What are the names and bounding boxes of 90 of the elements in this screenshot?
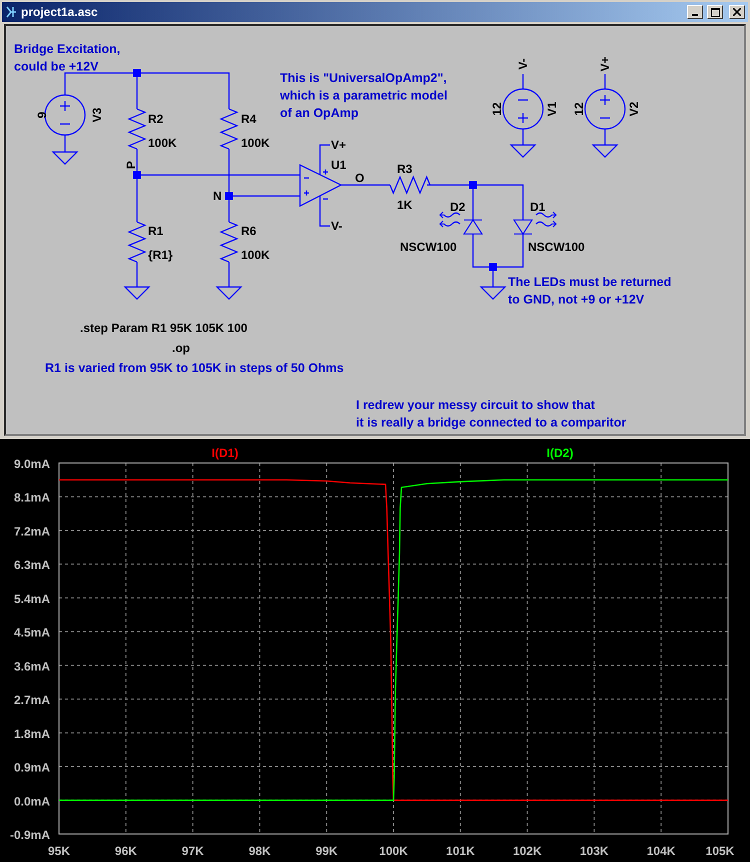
maximize-icon	[710, 8, 720, 16]
component-label: V1	[545, 102, 559, 116]
x-tick-label: 102K	[512, 844, 542, 858]
resistor-symbol	[127, 221, 147, 263]
close-icon	[733, 8, 741, 16]
maximize-button[interactable]	[707, 5, 723, 19]
wire	[522, 129, 524, 145]
wire	[341, 184, 390, 186]
spice-directive: .step Param R1 95K 105K 100	[80, 321, 248, 335]
schematic-note: This is "UniversalOpAmp2", which is a parametric model of an OpAmp	[280, 71, 448, 120]
wire	[228, 262, 230, 287]
component-label: R1	[148, 224, 164, 238]
led-symbol	[439, 211, 483, 235]
wire	[604, 74, 606, 89]
ground-symbol	[216, 286, 242, 300]
component-label: R2	[148, 112, 164, 126]
voltage-source-symbol	[584, 88, 626, 130]
trace-name: I(D2)	[546, 446, 574, 460]
y-tick-label: 0.0mA	[14, 794, 50, 808]
component-label: V3	[90, 108, 104, 122]
x-tick-label: 100K	[379, 844, 408, 858]
y-tick-label: 7.2mA	[14, 524, 50, 538]
resistor-symbol	[389, 175, 431, 195]
component-value: {R1}	[148, 248, 173, 262]
trace-name: I(D1)	[212, 446, 238, 460]
y-tick-label: 9.0mA	[14, 457, 50, 471]
x-tick-label: 101K	[446, 844, 475, 858]
x-tick-label: 96K	[114, 844, 137, 858]
component-label: V2	[627, 102, 641, 116]
net-label: V-	[516, 58, 530, 70]
component-value: 1K	[397, 198, 412, 212]
net-label: O	[355, 171, 364, 185]
ground-symbol	[510, 144, 536, 158]
component-value: 100K	[148, 136, 177, 150]
y-tick-label: 8.1mA	[14, 490, 50, 505]
y-tick-label: 4.5mA	[14, 626, 50, 640]
y-tick-label: 0.9mA	[14, 760, 50, 775]
wire	[136, 262, 138, 287]
ground-symbol	[52, 151, 78, 165]
x-tick-label: 98K	[248, 844, 271, 858]
component-label: R6	[241, 224, 256, 238]
x-tick-label: 95K	[48, 844, 70, 858]
component-label: U1	[331, 158, 346, 172]
spice-directive: .op	[172, 341, 190, 355]
y-tick-label: 5.4mA	[14, 592, 50, 606]
component-value: 9	[35, 112, 49, 118]
resistor-symbol	[219, 108, 239, 150]
x-tick-label: 97K	[182, 844, 204, 858]
schematic-note: R1 is varied from 95K to 105K in steps of 50 Ohms	[45, 361, 344, 375]
wire	[522, 74, 524, 89]
schematic-note: I redrew your messy circuit to show that it is really a bridge connected to a comparitor	[356, 398, 626, 430]
x-tick-label: 105K	[706, 844, 734, 858]
net-label: V+	[598, 56, 612, 72]
component-label: R3	[397, 162, 412, 176]
net-label: P	[124, 161, 138, 169]
wire	[64, 135, 66, 152]
y-tick-label: 1.8mA	[14, 726, 50, 741]
schematic-note: The LEDs must be returned to GND, not +9 or +12V	[508, 275, 672, 306]
x-tick-label: 103K	[580, 844, 609, 858]
component-value: NSCW100	[400, 240, 457, 254]
wire	[604, 129, 606, 145]
x-tick-label: 104K	[646, 844, 676, 858]
ground-symbol	[480, 286, 506, 300]
resistor-symbol	[219, 221, 239, 263]
resistor-symbol	[127, 108, 147, 150]
close-button[interactable]	[729, 5, 745, 19]
net-label: V+	[331, 138, 346, 152]
component-value: 100K	[241, 136, 270, 150]
component-value: 12	[490, 102, 504, 116]
app-icon	[5, 5, 17, 19]
component-label: D1	[530, 200, 546, 214]
component-label: R4	[241, 112, 256, 126]
component-label: D2	[450, 200, 466, 214]
ground-symbol	[592, 144, 618, 158]
y-tick-label: 3.6mA	[14, 659, 50, 674]
component-value: 100K	[241, 248, 270, 262]
y-tick-label: -0.9mA	[10, 828, 50, 842]
net-label: V-	[331, 219, 342, 233]
minimize-button[interactable]	[687, 5, 703, 19]
led-symbol	[513, 211, 557, 235]
window-title: project1a.asc	[21, 5, 99, 19]
x-tick-label: 99K	[316, 844, 338, 858]
component-value: NSCW100	[528, 240, 585, 254]
y-tick-label: 6.3mA	[14, 558, 50, 572]
ground-symbol	[124, 286, 150, 300]
y-tick-label: 2.7mA	[14, 693, 50, 708]
schematic-note: Bridge Excitation, could be +12V	[14, 42, 120, 74]
voltage-source-symbol	[502, 88, 544, 130]
net-label: N	[213, 189, 222, 203]
component-value: 12	[572, 102, 586, 116]
